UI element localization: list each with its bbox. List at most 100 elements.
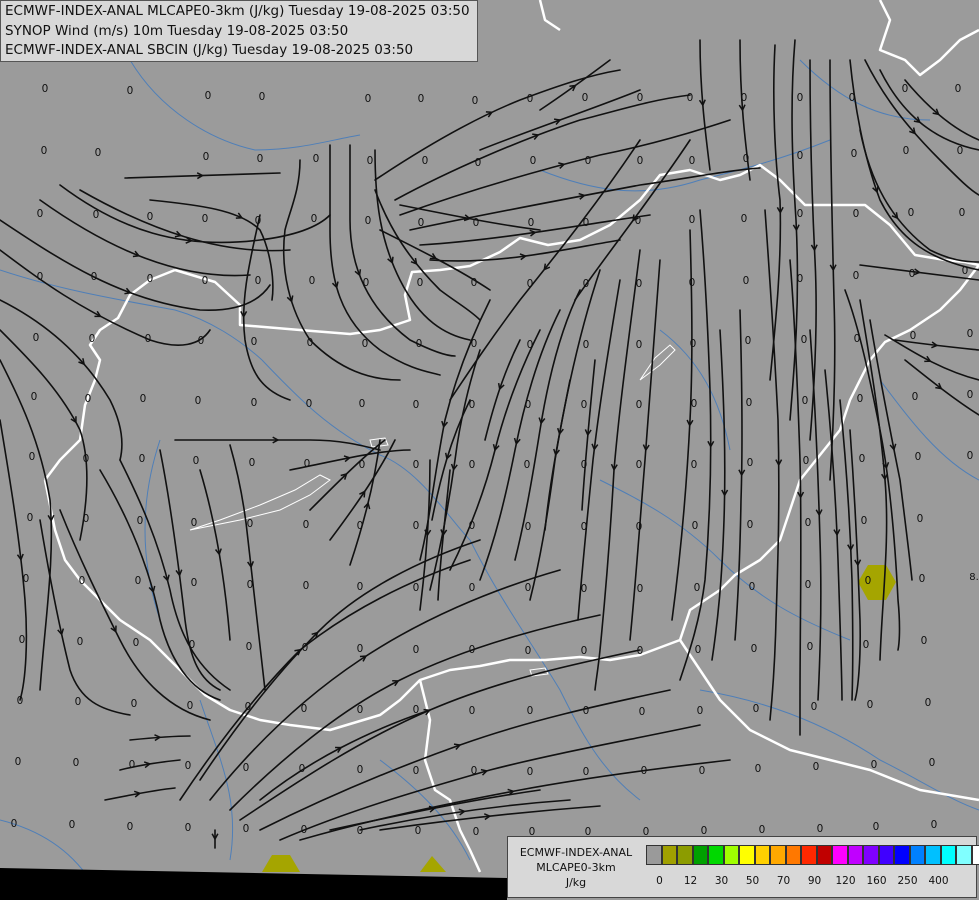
station-value: 0 [418, 93, 425, 105]
station-value: 0 [581, 645, 588, 657]
station-value: 0 [363, 277, 370, 289]
station-value: 0 [23, 573, 30, 585]
station-value: 0 [413, 459, 420, 471]
station-value: 0 [583, 278, 590, 290]
legend-swatch [925, 845, 941, 865]
station-value: 0 [851, 148, 858, 160]
legend-tick-label: 50 [745, 875, 760, 887]
station-value: 0 [637, 645, 644, 657]
station-value: 0 [33, 332, 40, 344]
station-value: 0 [472, 95, 479, 107]
station-value: 0 [473, 826, 480, 838]
station-value: 0 [415, 825, 422, 837]
legend-tick-label: 12 [683, 875, 698, 887]
station-value: 0 [83, 513, 90, 525]
station-value: 0 [697, 705, 704, 717]
station-value: 0 [525, 582, 532, 594]
station-value: 0 [689, 155, 696, 167]
station-value: 0 [473, 217, 480, 229]
legend-swatch [723, 845, 739, 865]
station-value: 0 [299, 763, 306, 775]
header-line-cape: ECMWF-INDEX-ANAL MLCAPE0-3km (J/kg) Tues… [5, 3, 470, 19]
station-value: 0 [967, 328, 974, 340]
station-value: 0 [583, 339, 590, 351]
station-value: 0 [357, 643, 364, 655]
legend-swatch [956, 845, 972, 865]
station-value: 0 [805, 517, 812, 529]
station-value: 0 [802, 395, 809, 407]
station-value: 0 [203, 151, 210, 163]
station-value: 0 [805, 579, 812, 591]
station-value: 0 [469, 705, 476, 717]
station-value: 0 [955, 83, 962, 95]
color-legend: ECMWF-INDEX-ANAL MLCAPE0-3km J/kg 0 12 30 5… [507, 836, 979, 898]
station-value: 0 [929, 757, 936, 769]
station-value: 0 [304, 458, 311, 470]
station-value: 0 [849, 92, 856, 104]
legend-swatch [708, 845, 724, 865]
station-value: 0 [857, 393, 864, 405]
station-value: 0 [147, 273, 154, 285]
station-value: 0 [41, 145, 48, 157]
station-value: 0 [743, 275, 750, 287]
station-value: 0 [89, 333, 96, 345]
station-value: 0 [247, 518, 254, 530]
station-value: 0 [187, 700, 194, 712]
station-value: 0 [962, 265, 969, 277]
legend-tick-label: 70 [776, 875, 791, 887]
legend-swatch [785, 845, 801, 865]
station-value: 0 [807, 641, 814, 653]
station-value: 0 [581, 399, 588, 411]
station-value: 0 [581, 521, 588, 533]
station-value: 0 [745, 335, 752, 347]
legend-title-line2: MLCAPE0-3km [536, 861, 616, 874]
station-value: 0 [139, 453, 146, 465]
station-value: 0 [145, 333, 152, 345]
station-value: 0 [73, 757, 80, 769]
station-value: 0 [85, 393, 92, 405]
station-value: 0 [77, 636, 84, 648]
station-value: 0 [695, 644, 702, 656]
station-value: 0 [524, 459, 531, 471]
station-value: 0 [527, 339, 534, 351]
station-value: 0 [581, 583, 588, 595]
station-value: 0 [636, 339, 643, 351]
station-value: 0 [75, 696, 82, 708]
station-value: 0 [854, 333, 861, 345]
station-value: 0 [811, 701, 818, 713]
legend-tick-label: 0 [656, 875, 663, 887]
station-value: 0 [699, 765, 706, 777]
station-value: 0 [198, 335, 205, 347]
station-value: 0 [79, 575, 86, 587]
station-value: 0 [853, 270, 860, 282]
station-value: 0 [746, 397, 753, 409]
station-value: 0 [413, 582, 420, 594]
legend-title: ECMWF-INDEX-ANAL MLCAPE0-3km J/kg [510, 845, 642, 890]
station-value: 0 [195, 395, 202, 407]
legend-tick-label: 90 [807, 875, 822, 887]
station-value: 0 [413, 399, 420, 411]
station-value: 0 [185, 760, 192, 772]
station-value: 0 [471, 765, 478, 777]
station-value: 0 [743, 153, 750, 165]
station-value: 0 [912, 391, 919, 403]
station-value: 0 [251, 397, 258, 409]
station-value: 0 [357, 581, 364, 593]
station-value: 0 [583, 217, 590, 229]
station-value: 0 [747, 519, 754, 531]
station-value: 0 [359, 398, 366, 410]
legend-swatch [863, 845, 879, 865]
station-value: 0 [255, 215, 262, 227]
station-value: 0 [413, 765, 420, 777]
map-header: ECMWF-INDEX-ANAL MLCAPE0-3km (J/kg) Tues… [0, 0, 478, 62]
station-value: 0 [861, 515, 868, 527]
station-value: 0 [469, 399, 476, 411]
header-line-cin: ECMWF-INDEX-ANAL SBCIN (J/kg) Tuesday 19… [5, 42, 414, 58]
legend-ticks: 0 12 30 50 70 90 120 160 250 400 [646, 875, 976, 889]
station-value: 0 [365, 215, 372, 227]
station-value: 0 [37, 208, 44, 220]
edge-value-label: 8. [969, 572, 979, 583]
station-value: 0 [525, 645, 532, 657]
legend-swatch [940, 845, 956, 865]
station-value: 0 [301, 703, 308, 715]
